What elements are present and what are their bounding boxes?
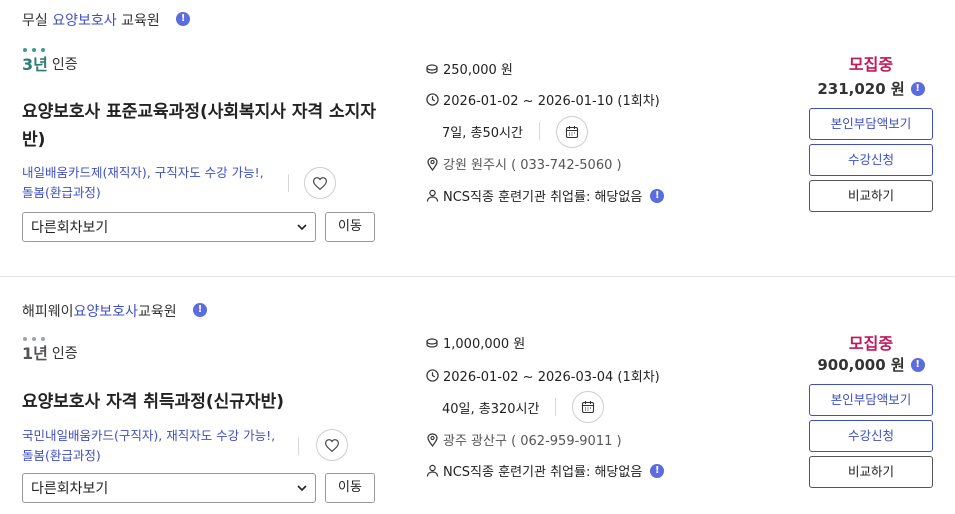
support-line-2: 돌봄(환급과정) xyxy=(22,185,101,200)
tuition: 250,000 원 xyxy=(425,59,513,78)
self-pay-button[interactable]: 본인부담액보기 xyxy=(809,384,933,416)
person-icon xyxy=(425,189,439,203)
info-icon[interactable]: ! xyxy=(176,12,191,26)
move-button[interactable]: 이동 xyxy=(325,212,375,242)
support-types: 국민내일배움카드(구직자), 재직자도 수강 가능!, 돌봄(환급과정) xyxy=(22,426,282,466)
cert-label: 인증 xyxy=(51,346,78,362)
location-value: 강원 원주시 ( 033-742-5060 ) xyxy=(443,158,622,173)
ncs-employment-rate: NCS직종 훈련기관 취업률: 해당없음 ! xyxy=(425,186,665,205)
support-line-1: 국민내일배움카드(구직자), 재직자도 수강 가능!, xyxy=(22,428,276,443)
ncs-value: NCS직종 훈련기관 취업률: 해당없음 xyxy=(443,465,643,480)
info-icon[interactable]: ! xyxy=(650,463,665,478)
location-value: 광주 광산구 ( 062-959-9011 ) xyxy=(443,434,622,449)
self-pay-value: 900,000 원 xyxy=(817,356,905,374)
round-select[interactable]: 다른회차보기 xyxy=(22,212,316,242)
calendar-button[interactable] xyxy=(556,116,588,148)
info-icon[interactable]: ! xyxy=(910,357,925,372)
location: 광주 광산구 ( 062-959-9011 ) xyxy=(425,430,622,449)
duration: 7일, 총50시간 xyxy=(442,126,523,141)
round-select[interactable]: 다른회차보기 xyxy=(22,473,316,503)
course-card: 해피웨이요양보호사교육원 ! 1년 인증 요양보호사 자격 취득과정(신규자반)… xyxy=(0,276,955,514)
institution-prefix: 무실 xyxy=(22,13,53,29)
clock-icon xyxy=(425,93,439,107)
compare-button[interactable]: 비교하기 xyxy=(809,180,933,212)
institution-suffix: 교육원 xyxy=(137,304,177,320)
location-pin-icon xyxy=(425,432,439,447)
tuition: 1,000,000 원 xyxy=(425,333,525,352)
course-card: 무실 요양보호사 교육원 ! 3년 인증 요양보호사 표준교육과정(사회복지사 … xyxy=(0,0,955,276)
support-line-2: 돌봄(환급과정) xyxy=(22,448,101,463)
info-icon[interactable]: ! xyxy=(650,188,665,203)
coin-icon xyxy=(425,62,439,76)
calendar-button[interactable] xyxy=(572,391,604,423)
cert-dots-icon xyxy=(23,337,45,341)
self-pay-amount: 900,000 원! xyxy=(809,354,933,375)
tuition-value: 1,000,000 원 xyxy=(443,337,526,352)
round-select-value: 다른회차보기 xyxy=(31,220,109,236)
calendar-icon xyxy=(581,401,595,414)
chevron-down-icon xyxy=(297,485,307,491)
institution-highlight: 요양보호사 xyxy=(73,304,138,320)
round-select-value: 다른회차보기 xyxy=(31,481,109,497)
apply-button[interactable]: 수강신청 xyxy=(809,144,933,176)
cert-dots-icon xyxy=(23,48,45,52)
institution-name[interactable]: 해피웨이요양보호사교육원 ! xyxy=(22,301,208,321)
institution-highlight: 요양보호사 xyxy=(52,13,117,29)
apply-button[interactable]: 수강신청 xyxy=(809,420,933,452)
institution-name[interactable]: 무실 요양보호사 교육원 ! xyxy=(22,10,191,30)
cert-label: 인증 xyxy=(51,57,78,73)
info-icon[interactable]: ! xyxy=(910,81,925,96)
wishlist-button[interactable] xyxy=(316,429,348,461)
training-period: 2026-01-02 ~ 2026-03-04 (1회차) xyxy=(425,366,660,385)
certification: 1년 인증 xyxy=(22,337,78,363)
cert-years: 1년 xyxy=(22,344,48,363)
location: 강원 원주시 ( 033-742-5060 ) xyxy=(425,154,622,173)
status-badge: 모집중 xyxy=(848,334,894,353)
compare-button[interactable]: 비교하기 xyxy=(809,456,933,488)
support-types: 내일배움카드제(재직자), 구직자도 수강 가능!, 돌봄(환급과정) xyxy=(22,163,282,203)
cert-badge: 3년 xyxy=(22,48,48,74)
institution-suffix: 교육원 xyxy=(116,13,160,29)
duration: 40일, 총320시간 xyxy=(442,402,540,417)
info-icon[interactable]: ! xyxy=(193,303,208,317)
course-title[interactable]: 요양보호사 표준교육과정(사회복지사 자격 소지자반) xyxy=(22,98,382,154)
move-button[interactable]: 이동 xyxy=(325,473,375,503)
period-value: 2026-01-02 ~ 2026-01-10 (1회차) xyxy=(443,94,660,109)
divider xyxy=(298,437,299,455)
clock-icon xyxy=(425,369,439,383)
divider xyxy=(539,122,540,140)
ncs-value: NCS직종 훈련기관 취업률: 해당없음 xyxy=(443,190,643,205)
tuition-value: 250,000 원 xyxy=(443,63,513,78)
training-period: 2026-01-02 ~ 2026-01-10 (1회차) xyxy=(425,90,660,109)
chevron-down-icon xyxy=(297,224,307,230)
period-value: 2026-01-02 ~ 2026-03-04 (1회차) xyxy=(443,370,660,385)
institution-prefix: 해피웨이 xyxy=(22,304,74,320)
person-icon xyxy=(425,464,439,478)
wishlist-button[interactable] xyxy=(304,167,336,199)
status-badge: 모집중 xyxy=(848,55,894,74)
self-pay-value: 231,020 원 xyxy=(817,80,905,98)
course-title[interactable]: 요양보호사 자격 취득과정(신규자반) xyxy=(22,388,382,416)
self-pay-amount: 231,020 원! xyxy=(809,78,933,99)
cert-years: 3년 xyxy=(22,55,48,74)
certification: 3년 인증 xyxy=(22,48,78,74)
divider xyxy=(555,398,556,416)
support-line-1: 내일배움카드제(재직자), 구직자도 수강 가능!, xyxy=(22,165,264,180)
divider xyxy=(288,174,289,192)
ncs-employment-rate: NCS직종 훈련기관 취업률: 해당없음 ! xyxy=(425,461,665,480)
self-pay-button[interactable]: 본인부담액보기 xyxy=(809,108,933,140)
calendar-icon xyxy=(565,126,579,139)
cert-badge: 1년 xyxy=(22,337,48,363)
coin-icon xyxy=(425,336,439,350)
heart-icon xyxy=(325,438,339,452)
heart-icon xyxy=(313,176,327,190)
location-pin-icon xyxy=(425,156,439,171)
